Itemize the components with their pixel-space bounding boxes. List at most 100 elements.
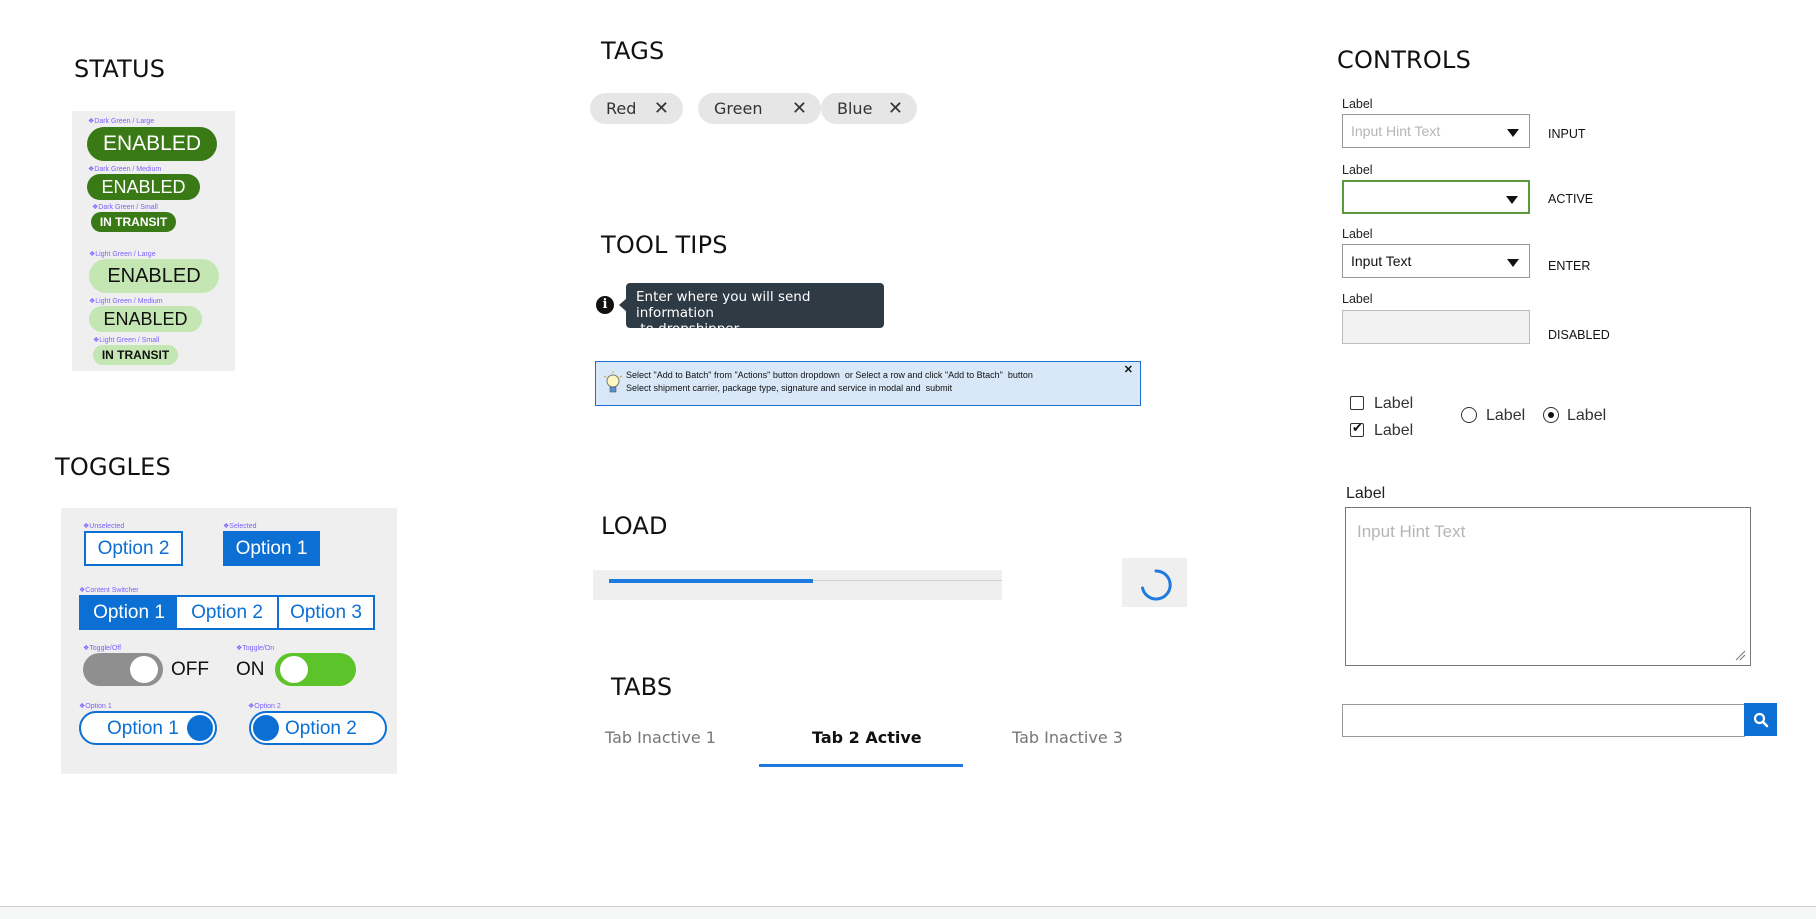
option-1-chip[interactable]: Option 1 [79, 711, 217, 745]
tooltip-line: to dropshipper. [636, 321, 743, 337]
chip-label: Option 2 [285, 718, 357, 739]
load-heading: LOAD [601, 512, 668, 540]
search-input[interactable] [1342, 704, 1745, 737]
radio-selected[interactable] [1543, 407, 1559, 423]
radio-dot [1547, 411, 1554, 418]
spinner-panel [1122, 558, 1187, 607]
toggle-knob [130, 656, 158, 683]
resize-handle-icon[interactable] [1734, 649, 1746, 661]
toggles-panel: Unselected Option 2 Selected Option 1 Co… [61, 508, 397, 774]
tag-green: Green ✕ [698, 93, 821, 124]
state-label: DISABLED [1548, 328, 1610, 342]
badge-caption: Light Green / Small [93, 336, 159, 344]
toggle-on-label: ON [236, 659, 265, 680]
state-label: ENTER [1548, 259, 1591, 273]
switcher-option-2[interactable]: Option 2 [177, 597, 279, 628]
tab-inactive-1[interactable]: Tab Inactive 1 [605, 728, 716, 747]
banner-text: Select shipment carrier, package type, s… [626, 383, 953, 393]
progress-fill [609, 579, 813, 583]
textarea-placeholder: Input Hint Text [1357, 522, 1466, 541]
tag-label: Red [606, 99, 637, 118]
badge-caption: Dark Green / Small [92, 203, 158, 211]
info-icon[interactable]: i [596, 296, 614, 314]
field-label: Label [1342, 163, 1373, 177]
close-icon[interactable]: ✕ [654, 93, 669, 124]
toggle-off-label: OFF [171, 659, 209, 680]
search-button[interactable] [1744, 703, 1777, 736]
caret-down-icon [1507, 129, 1519, 137]
dropdown-value: Input Text [1351, 253, 1412, 269]
content-switcher: Option 1 Option 2 Option 3 [79, 595, 375, 630]
lightbulb-icon [603, 371, 623, 393]
tab-inactive-3[interactable]: Tab Inactive 3 [1012, 728, 1123, 747]
dropdown-entered[interactable]: Input Text [1342, 244, 1530, 278]
status-badge: ENABLED [87, 174, 200, 200]
radio-label: Label [1567, 407, 1607, 424]
check-icon: ✔ [1352, 420, 1363, 435]
status-badge: IN TRANSIT [93, 345, 178, 365]
badge-caption: Light Green / Medium [89, 297, 162, 305]
caret-down-icon [1507, 259, 1519, 267]
badge-caption: Light Green / Large [89, 250, 155, 258]
option-unselected-button[interactable]: Option 2 [84, 531, 183, 566]
tabs-heading: TABS [611, 673, 673, 701]
toggle-caption: Toggle/On [236, 644, 274, 652]
chip-dot [253, 715, 279, 741]
chip-dot [187, 715, 213, 741]
toggle-off-switch[interactable] [83, 653, 163, 686]
tooltips-heading: TOOL TIPS [601, 231, 728, 259]
toggle-caption: Toggle/Off [83, 644, 121, 652]
spinner-icon [1141, 569, 1172, 601]
progress-track [593, 570, 1002, 600]
toggle-caption: Content Switcher [79, 586, 138, 594]
close-icon[interactable]: ✕ [888, 93, 903, 124]
checkbox-unchecked[interactable] [1350, 396, 1364, 410]
radio-unselected[interactable] [1461, 407, 1477, 423]
radio-label: Label [1486, 407, 1526, 424]
tags-heading: TAGS [601, 37, 665, 65]
status-badge: ENABLED [89, 306, 202, 332]
toggle-caption: Option 1 [79, 702, 111, 710]
status-badge: ENABLED [89, 259, 219, 293]
tooltip: Enter where you will send information to… [626, 283, 884, 337]
switcher-option-3[interactable]: Option 3 [279, 597, 373, 628]
caret-down-icon [1506, 196, 1518, 204]
badge-caption: Dark Green / Medium [88, 165, 161, 173]
footer-divider [0, 906, 1816, 919]
switcher-option-1[interactable]: Option 1 [81, 597, 177, 628]
checkbox-checked[interactable]: ✔ [1350, 420, 1364, 437]
toggle-caption: Option 2 [248, 702, 280, 710]
tag-red: Red ✕ [590, 93, 683, 124]
tag-blue: Blue ✕ [821, 93, 917, 124]
status-badge: IN TRANSIT [91, 212, 176, 232]
active-tab-indicator [759, 764, 963, 767]
search-icon [1753, 712, 1769, 728]
checkbox-label: Label [1374, 422, 1414, 439]
toggles-heading: TOGGLES [55, 453, 171, 481]
close-icon[interactable]: ✕ [792, 93, 807, 124]
dropdown-hint: Input Hint Text [1351, 123, 1441, 139]
tag-label: Blue [837, 99, 873, 118]
state-label: INPUT [1548, 127, 1586, 141]
checkbox-label: Label [1374, 395, 1414, 412]
badge-caption: Dark Green / Large [88, 117, 154, 125]
field-label: Label [1342, 97, 1373, 111]
state-label: ACTIVE [1548, 192, 1594, 206]
info-banner: Select "Add to Batch" from "Actions" but… [595, 361, 1141, 406]
tag-label: Green [714, 99, 763, 118]
toggle-knob [280, 656, 308, 683]
option-selected-button[interactable]: Option 1 [223, 531, 320, 566]
close-icon[interactable]: ✕ [1124, 363, 1133, 376]
banner-text: Select "Add to Batch" from "Actions" but… [626, 370, 1033, 380]
field-label: Label [1342, 227, 1373, 241]
option-2-chip[interactable]: Option 2 [249, 711, 387, 745]
dropdown-input[interactable]: Input Hint Text [1342, 114, 1530, 148]
disabled-input [1342, 310, 1530, 344]
status-heading: STATUS [74, 55, 166, 83]
toggle-on-switch[interactable] [275, 653, 356, 686]
tab-active[interactable]: Tab 2 Active [812, 728, 922, 747]
textarea[interactable]: Input Hint Text [1345, 507, 1751, 666]
controls-heading: CONTROLS [1337, 46, 1472, 74]
dropdown-active[interactable] [1342, 180, 1530, 214]
tooltip-line: Enter where you will send information [636, 289, 811, 321]
